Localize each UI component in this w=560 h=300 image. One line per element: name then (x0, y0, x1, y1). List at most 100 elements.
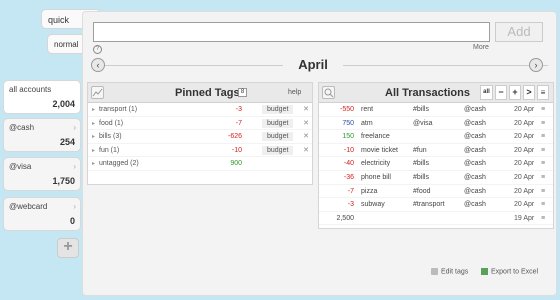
pinned-tag-amount: 900 (230, 160, 242, 168)
transaction-description: phone bill (361, 173, 391, 181)
expense-filter-button[interactable]: − (495, 85, 507, 100)
more-link[interactable]: More (473, 44, 489, 51)
transaction-row[interactable]: -3 subway #transport @cash 20 Apr ≡ (319, 198, 553, 212)
row-menu-icon[interactable]: ≡ (541, 188, 545, 195)
account-name: all accounts (9, 85, 52, 94)
row-menu-icon[interactable]: ≡ (541, 133, 545, 140)
transaction-amount: -10 (343, 146, 354, 154)
transaction-row[interactable]: -10 movie ticket #fun @cash 20 Apr ≡ (319, 144, 553, 158)
edit-tags-link[interactable]: Edit tags (431, 268, 468, 275)
transaction-amount: 750 (342, 119, 354, 127)
row-menu-icon[interactable]: ≡ (541, 201, 545, 208)
account-visa[interactable]: › @visa 1,750 (3, 157, 81, 191)
export-excel-link[interactable]: Export to Excel (481, 268, 538, 275)
next-month-icon[interactable]: › (529, 58, 543, 72)
add-account-button[interactable]: + (57, 238, 79, 258)
pinned-tag-name: bills (3) (99, 133, 122, 141)
transaction-account: @cash (464, 146, 486, 154)
pinned-tag-row[interactable]: ▸ untagged (2) 900 (88, 157, 312, 171)
pinned-tag-name: untagged (2) (99, 160, 139, 168)
transaction-description: rent (361, 106, 374, 113)
expand-triangle-icon[interactable]: ▸ (92, 106, 95, 113)
transaction-tag: #bills (413, 106, 429, 113)
expand-triangle-icon[interactable]: ▸ (92, 133, 95, 140)
row-menu-icon[interactable]: ≡ (541, 215, 545, 222)
transaction-amount: -40 (343, 160, 354, 168)
row-menu-icon[interactable]: ≡ (541, 160, 545, 167)
expand-triangle-icon[interactable]: ▸ (92, 160, 95, 167)
pinned-tag-row[interactable]: ▸ fun (1) -10 budget ✕ (88, 144, 312, 158)
transaction-tag: #fun (413, 146, 427, 154)
unpin-icon[interactable]: ✕ (303, 119, 309, 127)
account-name: @webcard (9, 202, 48, 211)
all-transactions-panel: All Transactions all − + > ≡ -550 rent #bi… (318, 82, 554, 229)
expand-triangle-icon[interactable]: ▸ (92, 120, 95, 127)
add-button[interactable]: Add (495, 22, 543, 42)
pinned-tag-name: transport (1) (99, 106, 138, 113)
account-balance: 2,004 (52, 99, 75, 109)
transaction-date: 20 Apr (514, 119, 535, 127)
unpin-icon[interactable]: ✕ (303, 146, 309, 154)
pinned-tag-amount: -626 (227, 133, 242, 141)
expand-triangle-icon[interactable]: ▸ (92, 147, 95, 154)
help-icon[interactable]: ? (93, 45, 102, 54)
pinned-tags-header: Pinned Tags 8 help (88, 83, 312, 103)
transaction-row[interactable]: -7 pizza #food @cash 20 Apr ≡ (319, 185, 553, 199)
transaction-description: pizza (361, 187, 378, 195)
pinned-tag-amount: -3 (235, 106, 242, 113)
edit-tags-label: Edit tags (441, 268, 469, 276)
export-excel-label: Export to Excel (491, 268, 539, 276)
unpin-icon[interactable]: ✕ (303, 132, 309, 140)
quick-entry-input[interactable] (93, 22, 490, 42)
transfer-filter-button[interactable]: > (523, 85, 535, 100)
row-menu-icon[interactable]: ≡ (541, 147, 545, 154)
account-cash[interactable]: › @cash 254 (3, 118, 81, 152)
show-all-button[interactable]: all (480, 85, 493, 100)
transaction-row[interactable]: 750 atm @visa @cash 20 Apr ≡ (319, 117, 553, 131)
transaction-date: 20 Apr (514, 106, 535, 113)
transaction-row[interactable]: -36 phone bill #bills @cash 20 Apr ≡ (319, 171, 553, 185)
row-menu-icon[interactable]: ≡ (541, 106, 545, 113)
transaction-description: movie ticket (361, 146, 398, 154)
transaction-tag: #food (413, 187, 431, 195)
search-icon[interactable] (322, 86, 335, 99)
unpin-icon[interactable]: ✕ (303, 105, 309, 113)
pinned-help-link[interactable]: help (288, 89, 301, 96)
pinned-tag-amount: -10 (231, 146, 242, 154)
transaction-account: @cash (464, 173, 486, 181)
pinned-tag-row[interactable]: ▸ food (1) -7 budget ✕ (88, 117, 312, 131)
transaction-tag: #bills (413, 173, 429, 181)
budget-button[interactable]: budget (262, 118, 294, 128)
main-panel: Add ? More ‹ April › Pinned Tags 8 help … (82, 11, 557, 296)
transaction-tag: @visa (413, 119, 433, 127)
chevron-right-icon: › (73, 202, 76, 211)
pinned-count-icon[interactable]: 8 (238, 88, 247, 97)
row-menu-icon[interactable]: ≡ (541, 120, 545, 127)
budget-button[interactable]: budget (262, 105, 294, 114)
transaction-date: 19 Apr (514, 214, 535, 222)
account-webcard[interactable]: › @webcard 0 (3, 197, 81, 231)
transaction-row[interactable]: -40 electricity #bills @cash 20 Apr ≡ (319, 157, 553, 171)
prev-month-icon[interactable]: ‹ (91, 58, 105, 72)
chevron-right-icon: › (73, 162, 76, 171)
transaction-row[interactable]: 2,500 19 Apr ≡ (319, 212, 553, 226)
row-menu-icon[interactable]: ≡ (541, 174, 545, 181)
menu-icon[interactable]: ≡ (537, 85, 549, 100)
transaction-date: 20 Apr (514, 160, 535, 168)
budget-button[interactable]: budget (262, 145, 294, 155)
chart-icon[interactable] (91, 86, 104, 99)
account-all[interactable]: all accounts 2,004 (3, 80, 81, 114)
transaction-amount: -36 (343, 173, 354, 181)
transactions-header: All Transactions all − + > ≡ (319, 83, 553, 103)
transactions-list: -550 rent #bills @cash 20 Apr ≡ 750 atm @visa @ca… (319, 103, 553, 226)
transaction-row[interactable]: 150 freelance @cash 20 Apr ≡ (319, 130, 553, 144)
transaction-date: 20 Apr (514, 146, 535, 154)
transaction-row[interactable]: -550 rent #bills @cash 20 Apr ≡ (319, 103, 553, 117)
pinned-tag-amount: -7 (235, 119, 242, 127)
transaction-amount: -550 (339, 106, 354, 113)
income-filter-button[interactable]: + (509, 85, 521, 100)
pinned-tag-row[interactable]: ▸ bills (3) -626 budget ✕ (88, 130, 312, 144)
budget-button[interactable]: budget (262, 132, 294, 142)
account-balance: 0 (69, 216, 75, 226)
pinned-tag-row[interactable]: ▸ transport (1) -3 budget ✕ (88, 103, 312, 117)
